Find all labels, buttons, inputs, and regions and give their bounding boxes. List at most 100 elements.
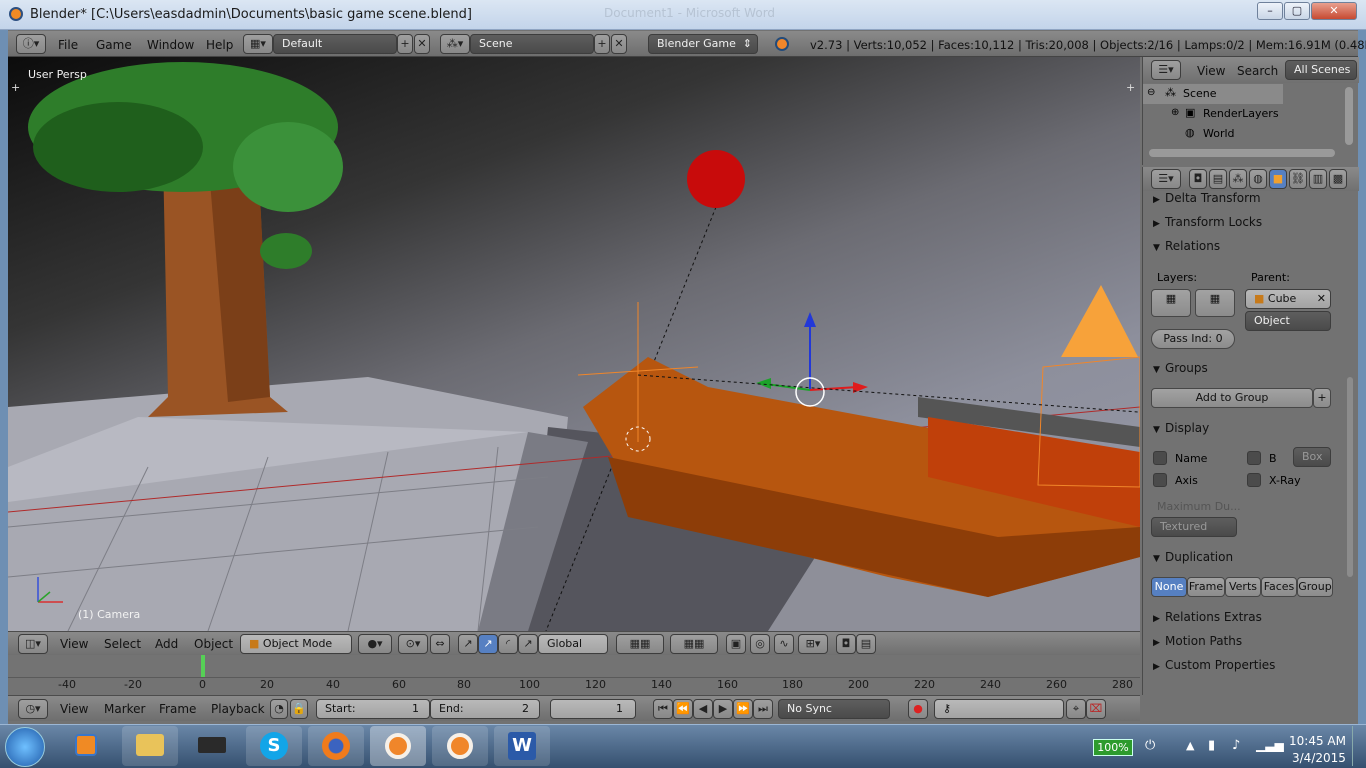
taskbar-app-blender[interactable] xyxy=(432,726,488,766)
scale-manipulator-icon[interactable]: ◜ xyxy=(498,634,518,654)
timeline-menu-view[interactable]: View xyxy=(60,702,88,716)
panel-delta-transform[interactable]: ▶ Delta Transform xyxy=(1153,187,1261,209)
menu-game[interactable]: Game xyxy=(96,38,132,52)
add-scene-icon[interactable]: + xyxy=(594,34,610,54)
snap-toggle-icon[interactable]: ∿ xyxy=(774,634,794,654)
info-editor-type-icon[interactable]: ⓘ▾ xyxy=(16,34,46,54)
toolshelf-expand-icon[interactable]: + xyxy=(11,81,20,94)
jump-keyframe-back-icon[interactable]: ⏪ xyxy=(673,699,693,719)
render-engine-dropdown[interactable]: Blender Game ⇕ xyxy=(648,34,758,54)
timeline-editor[interactable] xyxy=(8,655,1140,695)
snap-element-icon[interactable]: ⊞▾ xyxy=(798,634,828,654)
wifi-signal-icon[interactable]: ▁▃▅ xyxy=(1256,738,1284,752)
panel-duplication[interactable]: ▼ Duplication xyxy=(1153,546,1233,568)
panel-relations-extras[interactable]: ▶ Relations Extras xyxy=(1153,606,1262,628)
max-draw-type-dropdown[interactable]: Textured xyxy=(1151,517,1237,537)
add-to-group-button[interactable]: Add to Group xyxy=(1151,388,1313,408)
pivot-point-icon[interactable]: ⊙▾ xyxy=(398,634,428,654)
render-animation-icon[interactable]: ▤ xyxy=(856,634,876,654)
render-still-icon[interactable]: ◘ xyxy=(836,634,856,654)
delete-keyframe-icon[interactable]: ⌧ xyxy=(1086,699,1106,719)
display-name-checkbox[interactable] xyxy=(1153,451,1167,465)
transform-orientation-icon[interactable]: ↗ xyxy=(518,634,538,654)
timeline-menu-marker[interactable]: Marker xyxy=(104,702,145,716)
panel-custom-properties[interactable]: ▶ Custom Properties xyxy=(1153,654,1275,676)
orientation-dropdown[interactable]: Global xyxy=(538,634,608,654)
editor-type-icon[interactable]: ◫▾ xyxy=(18,634,48,654)
scene-icon[interactable]: ⁂▾ xyxy=(440,34,470,54)
viewport-menu-select[interactable]: Select xyxy=(104,637,141,651)
taskbar-app-blender-active[interactable] xyxy=(370,726,426,766)
sync-dropdown[interactable]: No Sync xyxy=(778,699,890,719)
constraints-tab-icon[interactable]: ⛓ xyxy=(1289,169,1307,189)
mode-dropdown[interactable]: ■ Object Mode xyxy=(240,634,352,654)
taskbar-app-explorer[interactable] xyxy=(122,726,178,766)
display-xray-checkbox[interactable] xyxy=(1247,473,1261,487)
panel-relations[interactable]: ▼ Relations xyxy=(1153,235,1220,257)
duplication-none-button[interactable]: None xyxy=(1151,577,1187,597)
lock-time-icon[interactable]: 🔒 xyxy=(290,699,308,719)
properties-expand-icon[interactable]: + xyxy=(1126,81,1135,94)
expand-icon[interactable]: ⊕ xyxy=(1171,107,1179,118)
jump-keyframe-forward-icon[interactable]: ⏩ xyxy=(733,699,753,719)
object-tab-icon[interactable]: ■ xyxy=(1269,169,1287,189)
properties-scrollbar[interactable] xyxy=(1347,377,1353,577)
taskbar-app-skype[interactable]: S xyxy=(246,726,302,766)
battery-indicator[interactable]: 100% xyxy=(1093,739,1133,756)
outliner-menu-search[interactable]: Search xyxy=(1237,64,1278,78)
outliner-menu-view[interactable]: View xyxy=(1197,64,1225,78)
texture-tab-icon[interactable]: ▩ xyxy=(1329,169,1347,189)
minimize-button[interactable]: – xyxy=(1257,2,1283,20)
parent-field[interactable]: ■ Cube ✕ xyxy=(1245,289,1331,309)
outliner-hscrollbar[interactable] xyxy=(1149,149,1335,157)
timeline-menu-frame[interactable]: Frame xyxy=(159,702,196,716)
panel-motion-paths[interactable]: ▶ Motion Paths xyxy=(1153,630,1242,652)
taskbar-app-firefox[interactable] xyxy=(308,726,364,766)
add-screen-icon[interactable]: + xyxy=(397,34,413,54)
menu-help[interactable]: Help xyxy=(206,38,233,52)
duplication-faces-button[interactable]: Faces xyxy=(1261,577,1297,597)
outliner-display-mode[interactable]: All Scenes xyxy=(1285,60,1357,80)
clear-parent-icon[interactable]: ✕ xyxy=(1317,290,1326,308)
viewport-menu-add[interactable]: Add xyxy=(155,637,178,651)
timeline-editor-type-icon[interactable]: ◷▾ xyxy=(18,699,48,719)
record-icon[interactable]: ● xyxy=(908,699,928,719)
add-group-plus-icon[interactable]: + xyxy=(1313,388,1331,408)
bounds-type-dropdown[interactable]: Box xyxy=(1293,447,1331,467)
start-button[interactable] xyxy=(5,727,45,767)
taskbar-app-word[interactable]: W xyxy=(494,726,550,766)
show-hidden-icons[interactable]: ▲ xyxy=(1186,739,1194,752)
proportional-edit-icon[interactable]: ◎ xyxy=(750,634,770,654)
render-layers-tab-icon[interactable]: ▤ xyxy=(1209,169,1227,189)
panel-transform-locks[interactable]: ▶ Transform Locks xyxy=(1153,211,1262,233)
maximize-button[interactable]: ▢ xyxy=(1284,2,1310,20)
scene-layers-icon[interactable]: ▦▦ xyxy=(616,634,664,654)
outliner-row-world[interactable]: ◍ World xyxy=(1143,124,1283,144)
display-bounds-checkbox[interactable] xyxy=(1247,451,1261,465)
data-tab-icon[interactable]: ▥ xyxy=(1309,169,1327,189)
menu-window[interactable]: Window xyxy=(147,38,194,52)
panel-display[interactable]: ▼ Display xyxy=(1153,417,1209,439)
taskbar-app-media-player[interactable] xyxy=(58,726,114,766)
remove-scene-icon[interactable]: ✕ xyxy=(611,34,627,54)
outliner[interactable]: ☰▾ View Search All Scenes ⊖ ⁂ Scene ⊕ ▣ … xyxy=(1142,57,1359,165)
volume-icon[interactable]: ♪ xyxy=(1232,738,1240,753)
3d-viewport[interactable]: User Persp (1) Camera + + xyxy=(8,57,1140,631)
outliner-row-renderlayers[interactable]: ⊕ ▣ RenderLayers xyxy=(1143,104,1283,124)
preview-range-icon[interactable]: ◔ xyxy=(270,699,288,719)
lock-layers-icon[interactable]: ▣ xyxy=(726,634,746,654)
jump-start-icon[interactable]: ⏮ xyxy=(653,699,673,719)
pass-index-field[interactable]: Pass Ind: 0 xyxy=(1151,329,1235,349)
rotate-manipulator-icon[interactable]: ↗ xyxy=(478,634,498,654)
manipulator-toggle-icon[interactable]: ⇔ xyxy=(430,634,450,654)
scene-field[interactable]: Scene xyxy=(470,34,594,54)
properties-editor[interactable]: ☰▾ ◘ ▤ ⁂ ◍ ■ ⛓ ▥ ▩ ▶ Delta Transform ▶ Tra… xyxy=(1142,167,1359,695)
translate-manipulator-icon[interactable]: ↗ xyxy=(458,634,478,654)
duplication-group-button[interactable]: Group xyxy=(1297,577,1333,597)
object-layers-grid[interactable]: ▦ xyxy=(1151,289,1191,317)
screen-layout-field[interactable]: Default xyxy=(273,34,397,54)
duplication-frame-button[interactable]: Frame xyxy=(1187,577,1225,597)
remove-screen-icon[interactable]: ✕ xyxy=(414,34,430,54)
object-layers-grid-2[interactable]: ▦ xyxy=(1195,289,1235,317)
start-frame-field[interactable]: Start: 1 xyxy=(316,699,430,719)
